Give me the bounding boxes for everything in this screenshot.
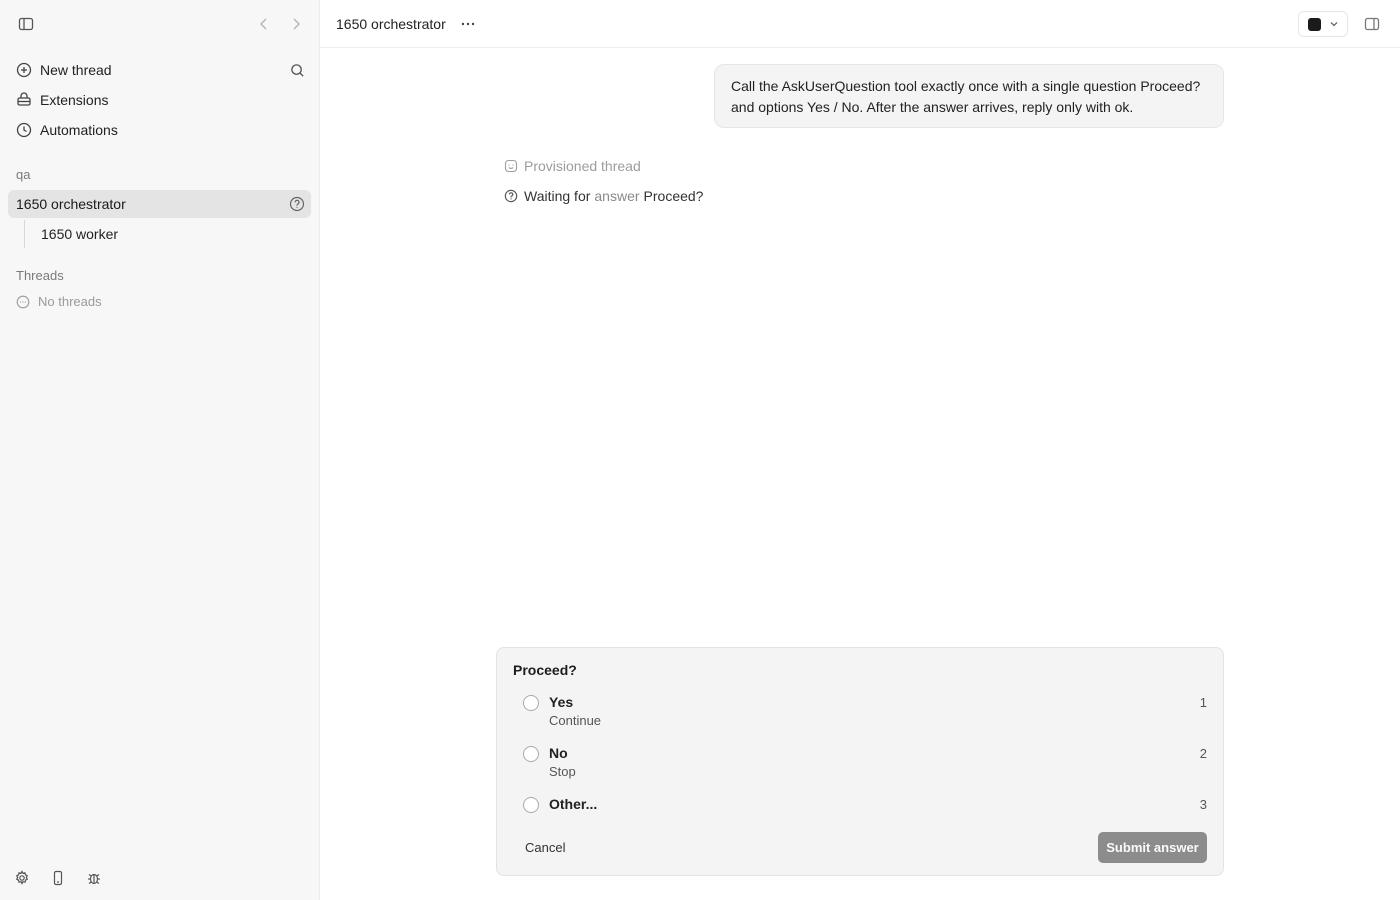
- option-other[interactable]: Other... 3: [521, 796, 1207, 816]
- option-no[interactable]: No Stop 2: [521, 745, 1207, 781]
- radio-other[interactable]: [523, 797, 539, 813]
- question-circle-icon: [289, 196, 305, 212]
- project-label: qa: [16, 167, 31, 182]
- question-card: Proceed? Yes Continue 1 No Stop 2 Other.…: [496, 647, 1224, 876]
- option-shortcut: 2: [1199, 746, 1207, 761]
- extensions-icon: [16, 92, 32, 108]
- question-circle-icon: [504, 189, 518, 203]
- user-message: Call the AskUserQuestion tool exactly on…: [714, 64, 1224, 128]
- status-provisioned: Provisioned thread: [504, 158, 641, 174]
- new-thread-button[interactable]: New thread: [8, 56, 311, 84]
- submit-answer-button[interactable]: Submit answer: [1098, 832, 1207, 863]
- sidebar: New thread Extensions Automations qa 165…: [0, 0, 320, 900]
- search-icon[interactable]: [285, 58, 309, 82]
- radio-no[interactable]: [523, 746, 539, 762]
- option-description: Continue: [549, 713, 602, 728]
- chevron-left-icon[interactable]: [252, 12, 276, 36]
- threads-section-label: Threads: [16, 268, 64, 283]
- thread-header: 1650 orchestrator: [320, 0, 1400, 48]
- no-threads-label: No threads: [38, 294, 102, 309]
- bug-icon[interactable]: [86, 870, 102, 886]
- option-label: Other...: [549, 796, 598, 812]
- automations-label: Automations: [40, 122, 118, 138]
- status-provisioned-label: Provisioned thread: [524, 158, 641, 174]
- status-waiting-question: Proceed?: [643, 188, 704, 204]
- option-shortcut: 3: [1199, 797, 1207, 812]
- chevron-down-icon: [1329, 19, 1339, 29]
- question-title: Proceed?: [513, 662, 577, 678]
- chat-bubble-icon: [16, 295, 30, 309]
- option-yes[interactable]: Yes Continue 1: [521, 694, 1207, 730]
- sidebar-top-bar: [14, 12, 305, 36]
- sidebar-thread-orchestrator[interactable]: 1650 orchestrator: [8, 190, 311, 218]
- model-logo-icon: [1307, 17, 1321, 31]
- extensions-label: Extensions: [40, 92, 109, 108]
- chevron-right-icon[interactable]: [284, 12, 308, 36]
- panel-toggle-icon[interactable]: [1362, 14, 1382, 34]
- provisioned-icon: [504, 159, 518, 173]
- option-description: Stop: [549, 764, 576, 779]
- status-waiting: Waiting for answer Proceed?: [504, 188, 703, 204]
- sidebar-thread-worker[interactable]: 1650 worker: [24, 220, 311, 248]
- model-selector[interactable]: [1298, 11, 1348, 37]
- cancel-button[interactable]: Cancel: [513, 832, 577, 862]
- gear-icon[interactable]: [14, 870, 30, 886]
- sidebar-item-extensions[interactable]: Extensions: [8, 86, 311, 114]
- option-shortcut: 1: [1199, 695, 1207, 710]
- more-icon: [461, 22, 475, 26]
- radio-yes[interactable]: [523, 695, 539, 711]
- thread-label: 1650 orchestrator: [16, 196, 126, 212]
- new-thread-label: New thread: [40, 62, 112, 78]
- status-waiting-muted: answer: [594, 188, 640, 204]
- page-title: 1650 orchestrator: [336, 16, 446, 32]
- no-threads-placeholder: No threads: [16, 294, 102, 309]
- plus-circle-icon: [16, 62, 32, 78]
- more-options-button[interactable]: [456, 12, 480, 36]
- status-waiting-prefix: Waiting for: [524, 188, 591, 204]
- clock-icon: [16, 122, 32, 138]
- sidebar-footer: [14, 870, 102, 886]
- sidebar-item-automations[interactable]: Automations: [8, 116, 311, 144]
- option-label: Yes: [549, 694, 574, 710]
- option-label: No: [549, 745, 568, 761]
- mobile-icon[interactable]: [50, 870, 66, 886]
- sidebar-toggle-icon[interactable]: [14, 12, 38, 36]
- thread-label: 1650 worker: [41, 226, 119, 242]
